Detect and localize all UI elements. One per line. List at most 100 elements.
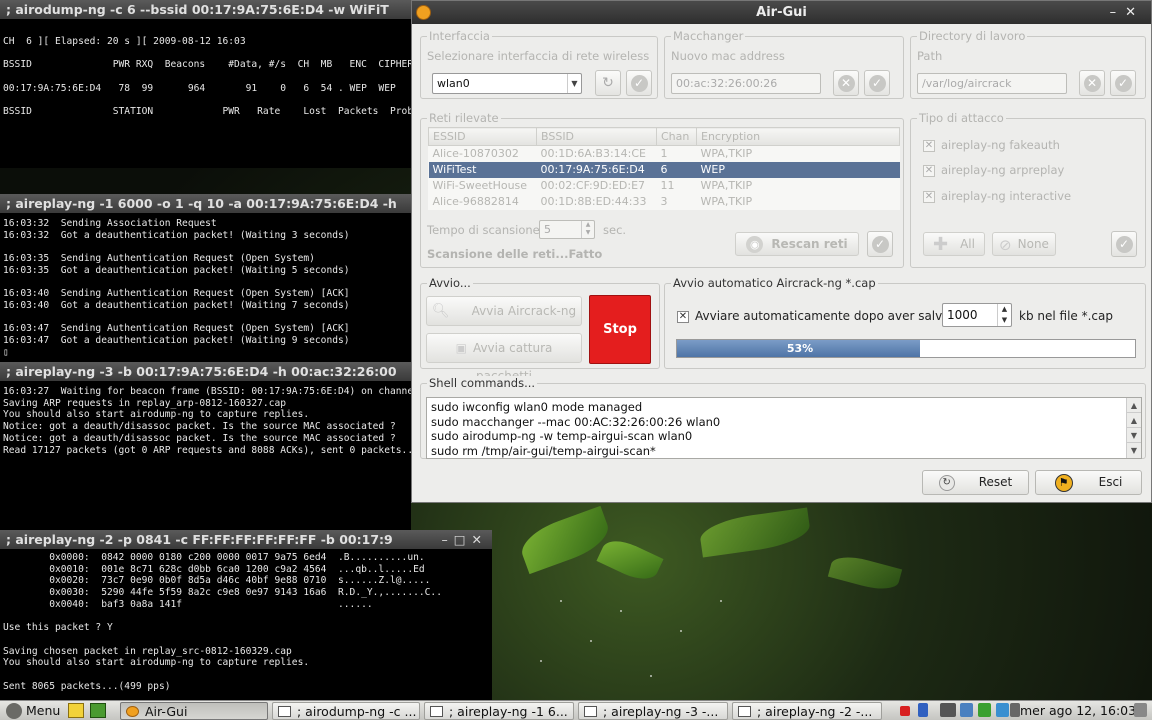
airgui-window-controls[interactable]: –✕ bbox=[1110, 1, 1145, 24]
table-row[interactable]: Alice-10870302 00:1D:6A:B3:14:CE 1 WPA,T… bbox=[429, 146, 900, 162]
column-essid[interactable]: ESSID bbox=[428, 127, 537, 146]
auto-aircrack-group: Avvio automatico Aircrack-ng *.cap ✕ Avvi… bbox=[664, 276, 1146, 369]
chevron-down-icon[interactable]: ▼ bbox=[567, 74, 581, 93]
interface-select[interactable]: wlan0 ▼ bbox=[432, 73, 582, 94]
shell-scrollbar[interactable]: ▲ ▲ ▼ ▼ bbox=[1126, 398, 1141, 458]
taskbar-item-airodump[interactable]: ; airodump-ng -c ... bbox=[272, 702, 420, 720]
aireplay3-terminal[interactable]: ; aireplay-ng -3 -b 00:17:9A:75:6E:D4 -h… bbox=[0, 362, 411, 530]
attack-option-interactive[interactable]: ✕ aireplay-ng interactive bbox=[923, 189, 1071, 203]
start-capture-button[interactable]: ▣Avvia cattura pacchetti bbox=[426, 333, 582, 383]
confirm-interface-button[interactable]: ✓ bbox=[626, 70, 652, 96]
network-icon[interactable] bbox=[960, 703, 973, 717]
checkbox-checked-icon[interactable]: ✕ bbox=[923, 164, 935, 177]
airgui-window[interactable]: Air-Gui –✕ Interfaccia Selezionare inter… bbox=[411, 0, 1152, 503]
confirm-network-button[interactable]: ✓ bbox=[867, 231, 893, 257]
row-chan: 1 bbox=[660, 147, 668, 161]
avvio-label: Avvio... bbox=[427, 276, 473, 290]
row-essid: Alice-10870302 bbox=[432, 147, 519, 161]
column-encryption[interactable]: Encryption bbox=[696, 127, 900, 146]
attack-option-fakeauth[interactable]: ✕ aireplay-ng fakeauth bbox=[923, 138, 1060, 152]
select-all-button[interactable]: ✚ All bbox=[923, 232, 985, 256]
shell-commands-box[interactable]: sudo iwconfig wlan0 mode managed sudo ma… bbox=[426, 397, 1142, 459]
start-aircrack-label: Avvia Aircrack-ng bbox=[471, 304, 577, 318]
clock[interactable]: mer ago 12, 16:03 bbox=[1020, 701, 1136, 720]
checkbox-checked-icon[interactable]: ✕ bbox=[923, 190, 935, 203]
kb-spinner[interactable]: 1000 ▲ ▼ bbox=[942, 303, 1012, 327]
aireplay1-titlebar[interactable]: ; aireplay-ng -1 6000 -o 1 -q 10 -a 00:1… bbox=[0, 194, 411, 213]
confirm-path-button[interactable]: ✓ bbox=[1110, 70, 1136, 96]
attack-option-label: aireplay-ng interactive bbox=[941, 189, 1072, 203]
aireplay3-titlebar[interactable]: ; aireplay-ng -3 -b 00:17:9A:75:6E:D4 -h… bbox=[0, 362, 411, 381]
mac-address-input[interactable]: 00:ac:32:26:00:26 bbox=[671, 73, 821, 94]
taskbar: Menu Air-Gui ; airodump-ng -c ... ; aire… bbox=[0, 700, 1152, 720]
scroll-down-icon[interactable]: ▼ bbox=[1127, 428, 1141, 443]
stop-button[interactable]: Stop bbox=[589, 295, 651, 364]
shell-line: sudo macchanger --mac 00:AC:32:26:00:26 … bbox=[431, 414, 721, 429]
exit-button[interactable]: ⚑ Esci bbox=[1035, 470, 1142, 495]
airgui-title: Air-Gui bbox=[756, 5, 807, 20]
taskbar-item-label: ; airodump-ng -c ... bbox=[297, 704, 417, 719]
networks-table[interactable]: ESSID BSSID Chan Encryption Alice-108703… bbox=[428, 127, 900, 210]
update-icon[interactable] bbox=[996, 703, 1009, 717]
scroll-up-icon[interactable]: ▲ bbox=[1127, 398, 1141, 413]
confirm-mac-button[interactable]: ✓ bbox=[864, 70, 890, 96]
taskbar-item-aireplay3[interactable]: ; aireplay-ng -3 -... bbox=[578, 702, 728, 720]
airgui-titlebar[interactable]: Air-Gui –✕ bbox=[412, 1, 1151, 24]
reset-button[interactable]: ↻ Reset bbox=[922, 470, 1029, 495]
aireplay1-title: ; aireplay-ng -1 6000 -o 1 -q 10 -a 00:1… bbox=[6, 196, 397, 211]
terminal-launcher-icon[interactable] bbox=[90, 703, 106, 718]
confirm-attack-button[interactable]: ✓ bbox=[1111, 231, 1137, 257]
aireplay2-window-controls[interactable]: –□✕ bbox=[441, 530, 488, 549]
text-editor-launcher-icon[interactable] bbox=[68, 703, 84, 718]
wifi-icon[interactable] bbox=[978, 703, 991, 717]
checkbox-checked-icon[interactable]: ✕ bbox=[677, 310, 689, 323]
check-icon: ✓ bbox=[871, 236, 889, 253]
attack-option-arpreplay[interactable]: ✕ aireplay-ng arpreplay bbox=[923, 163, 1064, 177]
clear-mac-button[interactable]: ✕ bbox=[833, 70, 859, 96]
battery-icon[interactable] bbox=[1010, 703, 1020, 717]
bluetooth-icon[interactable] bbox=[918, 703, 928, 717]
interface-selected-value: wlan0 bbox=[437, 77, 470, 90]
table-row[interactable]: WiFi-SweetHouse 00:02:CF:9D:ED:E7 11 WPA… bbox=[429, 178, 900, 194]
airodump-titlebar[interactable]: ; airodump-ng -c 6 --bssid 00:17:9A:75:6… bbox=[0, 0, 411, 19]
start-aircrack-button[interactable]: 🔍︎ Avvia Aircrack-ng bbox=[426, 296, 582, 326]
auto-start-option[interactable]: ✕ Avviare automaticamente dopo aver salva… bbox=[677, 309, 962, 323]
macchanger-group: Macchanger Nuovo mac address 00:ac:32:26… bbox=[664, 29, 904, 99]
menu-button[interactable]: Menu bbox=[4, 703, 60, 719]
taskbar-item-aireplay2[interactable]: ; aireplay-ng -2 -... bbox=[732, 702, 882, 720]
aireplay2-terminal[interactable]: ; aireplay-ng -2 -p 0841 -c FF:FF:FF:FF:… bbox=[0, 530, 492, 700]
refresh-interface-button[interactable]: ↻ bbox=[595, 70, 621, 96]
spinner-arrows-icon[interactable]: ▲ ▼ bbox=[997, 304, 1011, 326]
window-icon bbox=[430, 706, 443, 717]
taskbar-item-airgui[interactable]: Air-Gui bbox=[120, 702, 268, 720]
column-chan[interactable]: Chan bbox=[656, 127, 697, 146]
scroll-down-icon[interactable]: ▼ bbox=[1127, 443, 1141, 458]
rescan-button[interactable]: ◉ Rescan reti bbox=[735, 232, 859, 256]
reset-label: Reset bbox=[978, 475, 1013, 489]
scan-time-unit: sec. bbox=[603, 223, 627, 237]
reti-label: Reti rilevate bbox=[427, 111, 501, 125]
power-icon[interactable] bbox=[1134, 703, 1147, 717]
aireplay2-titlebar[interactable]: ; aireplay-ng -2 -p 0841 -c FF:FF:FF:FF:… bbox=[0, 530, 492, 549]
table-row-selected[interactable]: WiFiTest 00:17:9A:75:6E:D4 6 WEP bbox=[428, 161, 900, 178]
checkbox-checked-icon[interactable]: ✕ bbox=[923, 139, 935, 152]
kb-value: 1000 bbox=[947, 308, 978, 322]
spinner-arrows-icon[interactable]: ▲ ▼ bbox=[581, 221, 594, 238]
row-bssid: 00:1D:8B:ED:44:33 bbox=[540, 195, 647, 208]
airodump-terminal[interactable]: ; airodump-ng -c 6 --bssid 00:17:9A:75:6… bbox=[0, 0, 411, 168]
column-bssid[interactable]: BSSID bbox=[536, 127, 657, 146]
record-icon[interactable] bbox=[900, 706, 910, 716]
aireplay1-terminal[interactable]: ; aireplay-ng -1 6000 -o 1 -q 10 -a 00:1… bbox=[0, 194, 411, 362]
path-input[interactable]: /var/log/aircrack bbox=[917, 73, 1067, 94]
scroll-up-icon[interactable]: ▲ bbox=[1127, 413, 1141, 428]
clear-path-button[interactable]: ✕ bbox=[1079, 70, 1105, 96]
taskbar-item-aireplay1[interactable]: ; aireplay-ng -1 6... bbox=[424, 702, 574, 720]
clear-icon: ✕ bbox=[1083, 75, 1101, 92]
monitor-icon[interactable] bbox=[940, 703, 956, 717]
table-row[interactable]: Alice-96882814 00:1D:8B:ED:44:33 3 WPA,T… bbox=[429, 194, 900, 210]
select-none-button[interactable]: ⊘ None bbox=[992, 232, 1056, 256]
refresh-icon: ↻ bbox=[602, 75, 614, 91]
scan-time-spinner[interactable]: 5 ▲ ▼ bbox=[539, 220, 595, 239]
check-icon: ✓ bbox=[868, 75, 886, 92]
auto-aircrack-label: Avvio automatico Aircrack-ng *.cap bbox=[671, 276, 878, 290]
